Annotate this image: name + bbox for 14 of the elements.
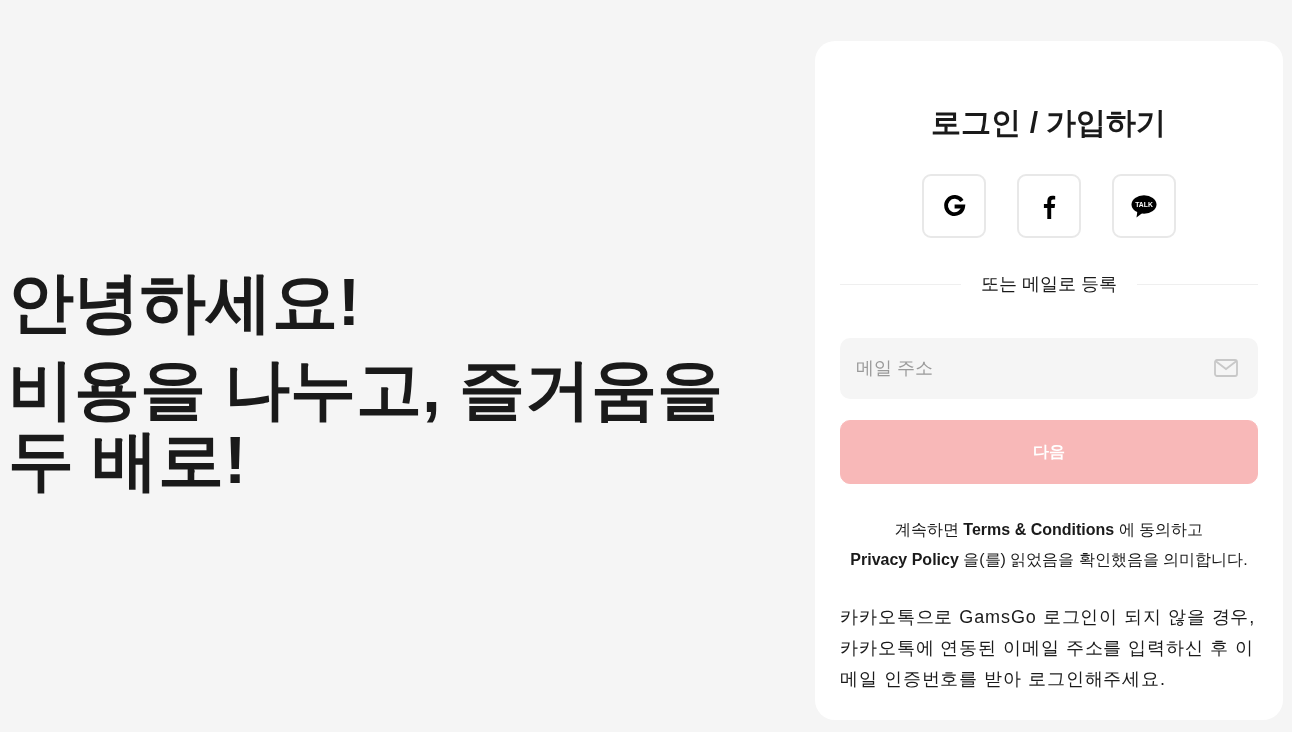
card-title: 로그인 / 가입하기	[930, 105, 1168, 141]
tagline-heading: 비용을 나누고, 즐거움을 두 배로!	[8, 354, 724, 496]
divider-label: 또는 메일로 등록	[981, 273, 1117, 296]
f-letter-icon	[1042, 193, 1056, 219]
social-login-button[interactable]	[922, 174, 986, 238]
envelope-icon	[1214, 359, 1238, 377]
policy-link[interactable]: Privacy Policy	[850, 551, 959, 568]
policy-link[interactable]: Terms & Conditions	[963, 521, 1115, 538]
greeting-heading: 안녕하세요!	[8, 265, 361, 339]
email-field[interactable]: 메일 주소	[840, 338, 1258, 399]
terms-notice: 계속하면 Terms & Conditions 에 동의하고 Privacy Policy 을(를) 읽었음을 확인했음을 의미합니다.	[849, 520, 1249, 570]
kakao-login-notice: 카카오톡으로 GamsGo 로그인이 되지 않을 경우, 카카오톡에 연동된 이메일 주소를 입력하신 후 이메일 인증번호를 받아 로그인해주세요.	[840, 606, 1257, 691]
g-letter-icon	[941, 193, 967, 219]
social-login-button[interactable]	[1017, 174, 1081, 238]
